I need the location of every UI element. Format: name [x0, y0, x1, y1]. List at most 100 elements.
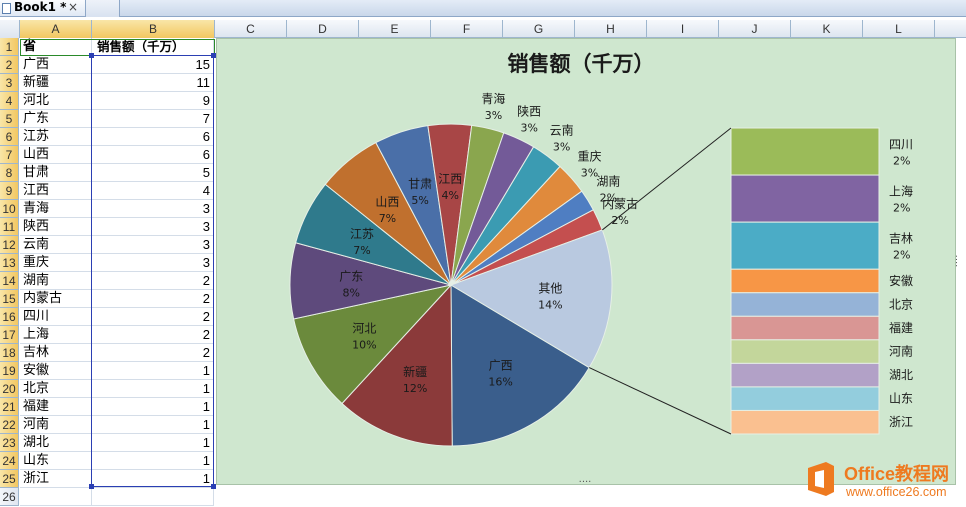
- pie-of-bar-chart[interactable]: 销售额（千万） 广西 16% 新疆 12% 河北 10% 广东 8% 江苏 7% 山西 7% 甘肃 5% 江西…: [216, 38, 957, 486]
- cell-sales[interactable]: 15: [92, 56, 214, 74]
- cell-sales[interactable]: 3: [92, 254, 214, 272]
- row-header-24[interactable]: 24: [0, 452, 19, 470]
- row-header-21[interactable]: 21: [0, 398, 19, 416]
- cell-province[interactable]: 云南: [20, 236, 92, 254]
- cell-sales[interactable]: 1: [92, 434, 214, 452]
- row-header-26[interactable]: 26: [0, 488, 19, 506]
- row-header-25[interactable]: 25: [0, 470, 19, 488]
- column-header-d[interactable]: D: [287, 20, 359, 38]
- cell-province[interactable]: 北京: [20, 380, 92, 398]
- cell-sales[interactable]: 1: [92, 380, 214, 398]
- cell-province[interactable]: 湖南: [20, 272, 92, 290]
- column-header-a[interactable]: A: [20, 20, 92, 38]
- column-header-f[interactable]: F: [431, 20, 503, 38]
- column-header-c[interactable]: C: [215, 20, 287, 38]
- cell-sales[interactable]: 3: [92, 236, 214, 254]
- select-all-corner[interactable]: [0, 20, 20, 38]
- cell-province[interactable]: 陕西: [20, 218, 92, 236]
- cell-province[interactable]: 湖北: [20, 434, 92, 452]
- cell-province[interactable]: 浙江: [20, 470, 92, 488]
- cell-province[interactable]: 河北: [20, 92, 92, 110]
- bar-segment-吉林: [730, 221, 880, 270]
- cell-b1[interactable]: 销售额（千万）: [92, 38, 214, 56]
- tab-book1[interactable]: Book1 * ×: [0, 0, 86, 17]
- cell-province[interactable]: 新疆: [20, 74, 92, 92]
- row-header-7[interactable]: 7: [0, 146, 19, 164]
- cell-province[interactable]: 内蒙古: [20, 290, 92, 308]
- cell-sales[interactable]: 2: [92, 308, 214, 326]
- cell-sales[interactable]: 1: [92, 416, 214, 434]
- cell-sales[interactable]: 5: [92, 164, 214, 182]
- cell-sales[interactable]: 11: [92, 74, 214, 92]
- row-header-19[interactable]: 19: [0, 362, 19, 380]
- row-header-2[interactable]: 2: [0, 56, 19, 74]
- cell-sales[interactable]: 2: [92, 272, 214, 290]
- row-header-17[interactable]: 17: [0, 326, 19, 344]
- cell-empty[interactable]: [20, 488, 92, 506]
- cell-sales[interactable]: 6: [92, 146, 214, 164]
- cell-province[interactable]: 江西: [20, 182, 92, 200]
- cell-province[interactable]: 河南: [20, 416, 92, 434]
- column-header-h[interactable]: H: [575, 20, 647, 38]
- cell-province[interactable]: 江苏: [20, 128, 92, 146]
- row-header-16[interactable]: 16: [0, 308, 19, 326]
- row-header-1[interactable]: 1: [0, 38, 19, 56]
- row-header-5[interactable]: 5: [0, 110, 19, 128]
- row-header-14[interactable]: 14: [0, 272, 19, 290]
- cell-sales[interactable]: 2: [92, 290, 214, 308]
- spreadsheet-window: Book1 * × ABCDEFGHIJKL 1 2 3 4 5 6 7 8 9 10 11 12 13…: [0, 0, 966, 507]
- row-header-3[interactable]: 3: [0, 74, 19, 92]
- chart-resize-handle-right: ····: [950, 255, 957, 268]
- cell-sales[interactable]: 2: [92, 326, 214, 344]
- cell-a1[interactable]: 省: [20, 38, 92, 56]
- row-header-8[interactable]: 8: [0, 164, 19, 182]
- column-header-j[interactable]: J: [719, 20, 791, 38]
- row-header-15[interactable]: 15: [0, 290, 19, 308]
- cell-empty[interactable]: [92, 488, 214, 506]
- row-header-10[interactable]: 10: [0, 200, 19, 218]
- row-header-23[interactable]: 23: [0, 434, 19, 452]
- column-header-i[interactable]: I: [647, 20, 719, 38]
- cell-sales[interactable]: 3: [92, 200, 214, 218]
- cell-province[interactable]: 四川: [20, 308, 92, 326]
- column-header-g[interactable]: G: [503, 20, 575, 38]
- cell-province[interactable]: 山西: [20, 146, 92, 164]
- cell-province[interactable]: 广东: [20, 110, 92, 128]
- column-header-b[interactable]: B: [92, 20, 215, 38]
- bar-label: 上海: [889, 184, 913, 199]
- cell-province[interactable]: 广西: [20, 56, 92, 74]
- cell-sales[interactable]: 9: [92, 92, 214, 110]
- cell-province[interactable]: 甘肃: [20, 164, 92, 182]
- row-header-12[interactable]: 12: [0, 236, 19, 254]
- row-header-4[interactable]: 4: [0, 92, 19, 110]
- cell-province[interactable]: 安徽: [20, 362, 92, 380]
- new-tab-area[interactable]: [86, 0, 120, 17]
- cell-sales[interactable]: 6: [92, 128, 214, 146]
- column-header-k[interactable]: K: [791, 20, 863, 38]
- cell-sales[interactable]: 3: [92, 218, 214, 236]
- row-header-13[interactable]: 13: [0, 254, 19, 272]
- cell-sales[interactable]: 1: [92, 470, 214, 488]
- cell-sales[interactable]: 4: [92, 182, 214, 200]
- cell-province[interactable]: 上海: [20, 326, 92, 344]
- cell-sales[interactable]: 1: [92, 362, 214, 380]
- cell-province[interactable]: 青海: [20, 200, 92, 218]
- pie-label: 内蒙古: [602, 196, 638, 211]
- cell-sales[interactable]: 7: [92, 110, 214, 128]
- row-header-11[interactable]: 11: [0, 218, 19, 236]
- row-header-6[interactable]: 6: [0, 128, 19, 146]
- close-icon[interactable]: ×: [68, 0, 78, 15]
- cell-sales[interactable]: 1: [92, 398, 214, 416]
- cell-province[interactable]: 山东: [20, 452, 92, 470]
- row-header-22[interactable]: 22: [0, 416, 19, 434]
- cell-province[interactable]: 重庆: [20, 254, 92, 272]
- row-header-9[interactable]: 9: [0, 182, 19, 200]
- column-header-e[interactable]: E: [359, 20, 431, 38]
- cell-province[interactable]: 吉林: [20, 344, 92, 362]
- row-header-20[interactable]: 20: [0, 380, 19, 398]
- row-header-18[interactable]: 18: [0, 344, 19, 362]
- column-header-l[interactable]: L: [863, 20, 935, 38]
- cell-sales[interactable]: 2: [92, 344, 214, 362]
- cell-sales[interactable]: 1: [92, 452, 214, 470]
- cell-province[interactable]: 福建: [20, 398, 92, 416]
